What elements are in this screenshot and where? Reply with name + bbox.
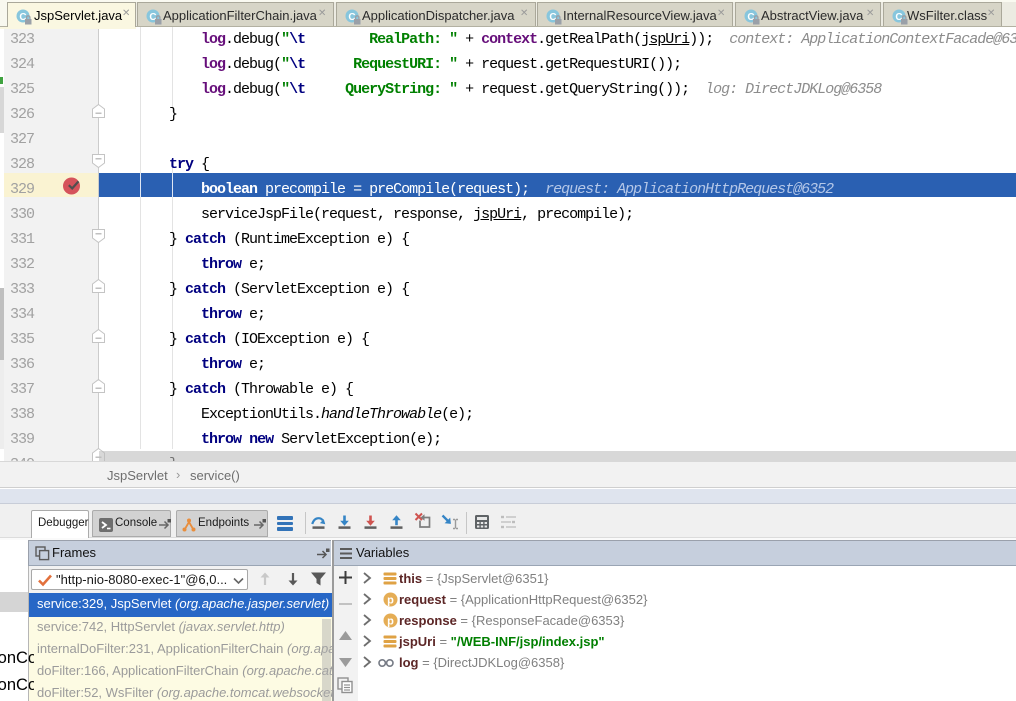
svg-text:p: p — [387, 616, 394, 628]
svg-text:p: p — [387, 595, 394, 607]
